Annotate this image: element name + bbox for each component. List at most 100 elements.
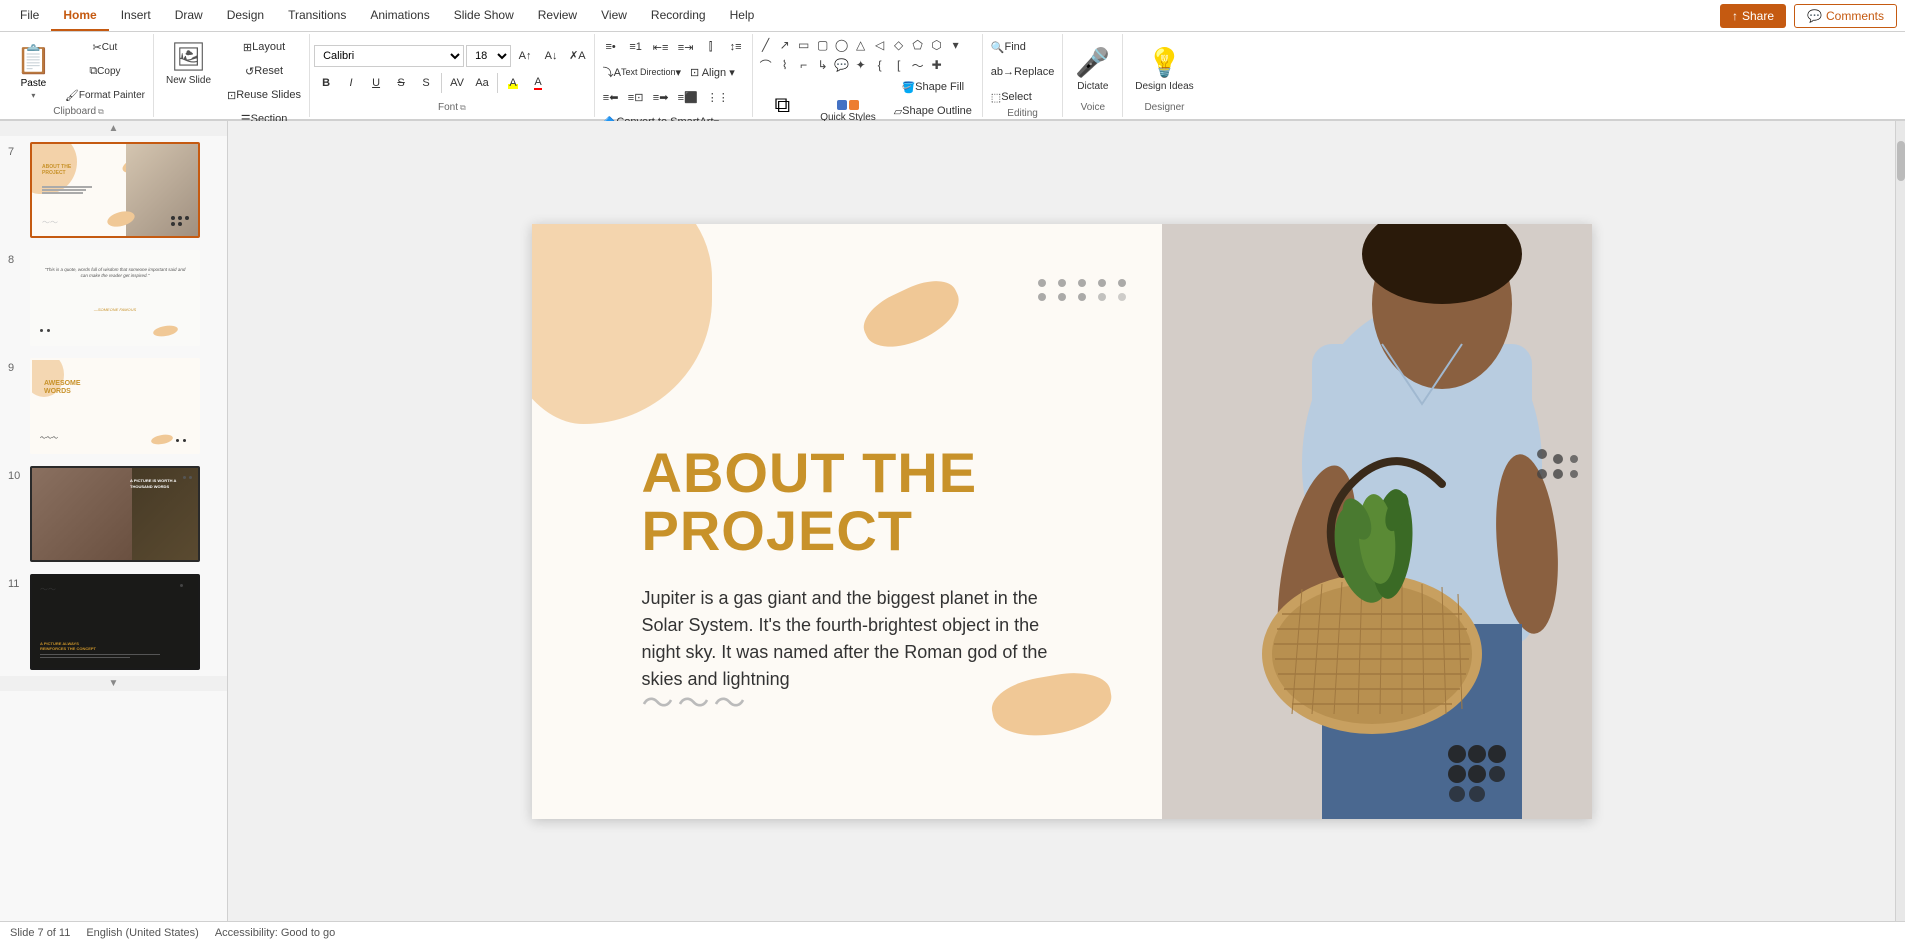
italic-button[interactable]: I	[339, 72, 363, 94]
font-group-label[interactable]: Font ⧉	[438, 102, 466, 115]
numbered-button[interactable]: ≡1	[624, 36, 648, 58]
indent-more-button[interactable]: ≡⇥	[674, 36, 698, 58]
char-spacing-button[interactable]: AV	[445, 72, 469, 94]
paste-dropdown-arrow[interactable]: ▾	[31, 91, 35, 100]
design-ideas-button[interactable]: 💡 Design Ideas	[1127, 42, 1201, 96]
tab-animations[interactable]: Animations	[358, 0, 441, 31]
clear-formatting-button[interactable]: ✗A	[565, 45, 590, 67]
shape-outline-button[interactable]: ▱ Shape Outline	[888, 100, 978, 122]
reset-button[interactable]: ↺ Reset	[223, 60, 305, 82]
shape-callout[interactable]: 💬	[833, 56, 851, 74]
columns-button[interactable]: ⫿	[699, 36, 723, 58]
tab-transitions[interactable]: Transitions	[276, 0, 358, 31]
slide-thumb-10[interactable]: 10 A PICTURE IS WORTH A THOUSAND WORDS	[0, 460, 227, 568]
font-expand-icon[interactable]: ⧉	[460, 103, 466, 113]
shape-bracket[interactable]: [	[890, 56, 908, 74]
shape-arrow[interactable]: ↗	[776, 36, 794, 54]
shape-bent[interactable]: ↳	[814, 56, 832, 74]
designer-group-label[interactable]: Designer	[1144, 102, 1184, 115]
layout-button[interactable]: ⊞ Layout	[223, 36, 305, 58]
scrollbar-thumb[interactable]	[1897, 141, 1905, 181]
tab-draw[interactable]: Draw	[163, 0, 215, 31]
shape-rtriangle[interactable]: ◁	[871, 36, 889, 54]
shape-hexagon[interactable]: ⬡	[928, 36, 946, 54]
font-color-button[interactable]: A	[526, 72, 550, 94]
clipboard-group-label[interactable]: Clipboard ⧉	[53, 106, 104, 119]
shape-cross[interactable]: ✚	[928, 56, 946, 74]
copy-button[interactable]: ⧉ Copy	[61, 60, 149, 82]
shape-diamond[interactable]: ◇	[890, 36, 908, 54]
voice-group-label[interactable]: Voice	[1081, 102, 1105, 115]
shape-rounded-rect[interactable]: ▢	[814, 36, 832, 54]
tab-review[interactable]: Review	[526, 0, 589, 31]
slide-thumb-9[interactable]: 9 AWESOMEWORDS 〜〜〜	[0, 352, 227, 460]
cut-button[interactable]: ✂ Cut	[61, 36, 149, 58]
shape-star[interactable]: ✦	[852, 56, 870, 74]
select-button[interactable]: ⬚ Select	[987, 86, 1036, 108]
font-size-select[interactable]: 18	[466, 45, 511, 67]
slide-info: Slide 7 of 11	[10, 927, 70, 939]
decrease-font-size-button[interactable]: A↓	[539, 45, 563, 67]
shape-brace[interactable]: {	[871, 56, 889, 74]
font-case-button[interactable]: Aa	[470, 72, 494, 94]
tab-home[interactable]: Home	[51, 0, 108, 31]
slide-thumb-8[interactable]: 8 "This is a quote, words full of wisdom…	[0, 244, 227, 352]
text-direction-button[interactable]: ⤵A Text Direction▾	[599, 61, 685, 83]
bold-button[interactable]: B	[314, 72, 338, 94]
shape-triangle[interactable]: △	[852, 36, 870, 54]
font-family-select[interactable]: Calibri	[314, 45, 464, 67]
shape-rect[interactable]: ▭	[795, 36, 813, 54]
scroll-down-button[interactable]: ▼	[109, 678, 119, 689]
slide-thumb-7[interactable]: 7 ABOUT THEPROJECT	[0, 136, 227, 244]
slide-canvas[interactable]: ABOUT THE PROJECT Jupiter is a gas giant…	[532, 224, 1592, 819]
clipboard-expand-icon[interactable]: ⧉	[98, 107, 104, 117]
shape-pentagon[interactable]: ⬠	[909, 36, 927, 54]
line-spacing-button[interactable]: ↕≡	[724, 36, 748, 58]
canvas-scrollbar[interactable]	[1895, 121, 1905, 921]
new-slide-icon: 🖼	[171, 40, 207, 73]
underline-button[interactable]: U	[364, 72, 388, 94]
align-center-button[interactable]: ≡⊡	[624, 86, 648, 108]
paste-button[interactable]: 📋 Paste ▾	[8, 36, 59, 106]
align-right-button[interactable]: ≡➡	[649, 86, 673, 108]
shape-connector[interactable]: ⌐	[795, 56, 813, 74]
share-button[interactable]: ↑ Share	[1720, 4, 1786, 28]
align-left-button[interactable]: ≡⬅	[599, 86, 623, 108]
tab-help[interactable]: Help	[718, 0, 767, 31]
shapes-more-button[interactable]: ▾	[947, 36, 965, 54]
new-slide-button[interactable]: 🖼 New Slide	[158, 36, 219, 90]
justify-button[interactable]: ≡⬛	[674, 86, 702, 108]
shape-curve[interactable]: ⌒	[757, 56, 775, 74]
format-painter-button[interactable]: 🖌 Format Painter	[61, 84, 149, 106]
shape-freeform[interactable]: ⌇	[776, 56, 794, 74]
comments-button[interactable]: 💬 Comments	[1794, 4, 1897, 28]
tab-file[interactable]: File	[8, 0, 51, 31]
bullets-button[interactable]: ≡•	[599, 36, 623, 58]
reuse-slides-button[interactable]: ⊡ Reuse Slides	[223, 84, 305, 106]
find-button[interactable]: 🔍 Find	[987, 36, 1030, 58]
tab-insert[interactable]: Insert	[109, 0, 163, 31]
distributed-button[interactable]: ⋮⋮	[703, 86, 733, 108]
replace-button[interactable]: ab→ Replace	[987, 61, 1059, 83]
increase-font-size-button[interactable]: A↑	[513, 45, 537, 67]
slide-thumb-11[interactable]: 11 〜〜 A PICTURE ALWAYSREINFORCES THE CON…	[0, 568, 227, 676]
scroll-up-button[interactable]: ▲	[109, 123, 119, 134]
shadow-button[interactable]: S	[414, 72, 438, 94]
indent-less-button[interactable]: ⇤≡	[649, 36, 673, 58]
slide-thumbnail-8: "This is a quote, words full of wisdom t…	[30, 250, 200, 346]
tab-slideshow[interactable]: Slide Show	[442, 0, 526, 31]
highlight-color-button[interactable]: A	[501, 72, 525, 94]
align-text-button[interactable]: ⊡ Align ▾	[686, 61, 739, 83]
tab-design[interactable]: Design	[215, 0, 276, 31]
shape-fill-button[interactable]: 🪣 Shape Fill	[888, 76, 978, 98]
strikethrough-button[interactable]: S	[389, 72, 413, 94]
shape-line[interactable]: ╱	[757, 36, 775, 54]
editing-group-label[interactable]: Editing	[1007, 108, 1038, 121]
tab-view[interactable]: View	[589, 0, 639, 31]
shape-oval[interactable]: ◯	[833, 36, 851, 54]
dictate-button[interactable]: 🎤 Dictate	[1067, 42, 1118, 96]
slide-text-area[interactable]: ABOUT THE PROJECT Jupiter is a gas giant…	[642, 444, 1072, 694]
ribbon-group-voice: 🎤 Dictate Voice	[1063, 34, 1123, 117]
tab-recording[interactable]: Recording	[639, 0, 718, 31]
shape-wave[interactable]: 〜	[909, 56, 927, 74]
